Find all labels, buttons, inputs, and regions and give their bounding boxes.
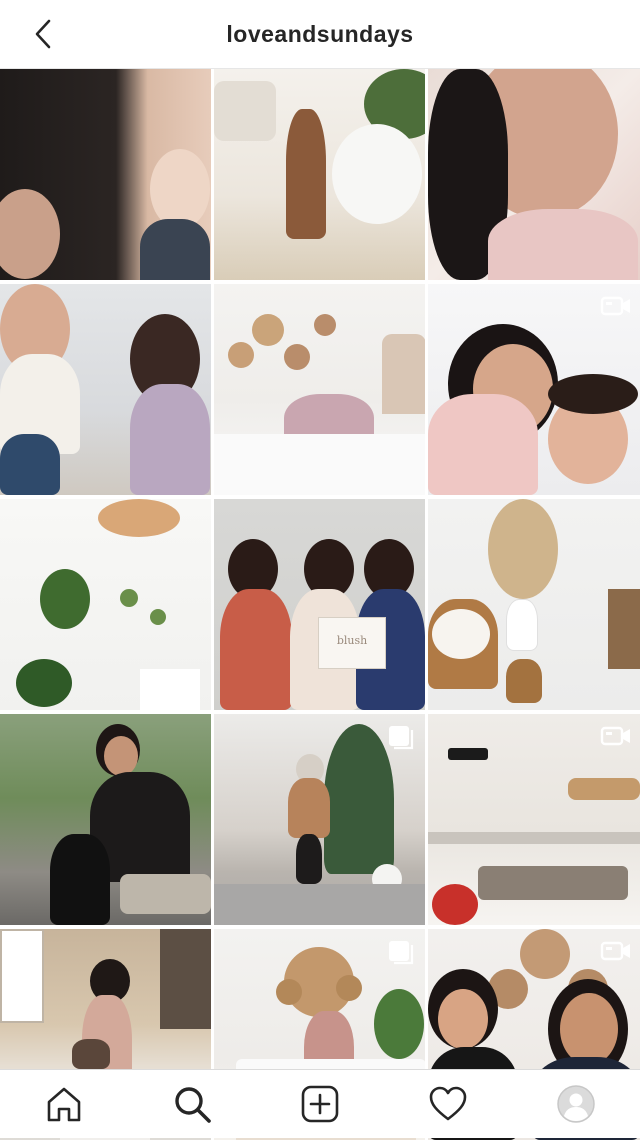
post-grid: blush [0, 69, 640, 1140]
video-icon [600, 296, 630, 316]
page-title: loveandsundays [226, 21, 414, 47]
post-tile[interactable] [428, 69, 640, 280]
post-tile[interactable] [214, 284, 425, 495]
nav-profile[interactable] [544, 1072, 608, 1136]
video-icon [600, 941, 630, 961]
post-tile[interactable] [0, 714, 211, 925]
post-tile[interactable] [428, 499, 640, 710]
nav-home[interactable] [32, 1072, 96, 1136]
home-icon [47, 1087, 81, 1122]
bottom-nav [0, 1069, 640, 1138]
activity-heart-icon [429, 1086, 467, 1121]
carousel-icon [389, 726, 414, 750]
nav-activity[interactable] [416, 1072, 480, 1136]
carousel-icon [389, 941, 414, 965]
product-box-label: blush [336, 634, 368, 647]
post-tile[interactable] [214, 69, 425, 280]
nav-new-post[interactable] [288, 1072, 352, 1136]
post-tile[interactable] [0, 284, 211, 495]
search-icon [175, 1087, 211, 1123]
post-tile[interactable] [0, 499, 211, 710]
post-tile[interactable] [0, 69, 211, 280]
post-tile[interactable] [428, 714, 640, 925]
video-icon [600, 726, 630, 746]
new-post-icon [301, 1085, 339, 1123]
post-tile[interactable]: blush [214, 499, 425, 710]
top-bar: loveandsundays [0, 0, 640, 69]
post-tile[interactable] [428, 284, 640, 495]
profile-avatar-icon [557, 1085, 595, 1123]
nav-search[interactable] [160, 1072, 224, 1136]
post-tile[interactable] [214, 714, 425, 925]
